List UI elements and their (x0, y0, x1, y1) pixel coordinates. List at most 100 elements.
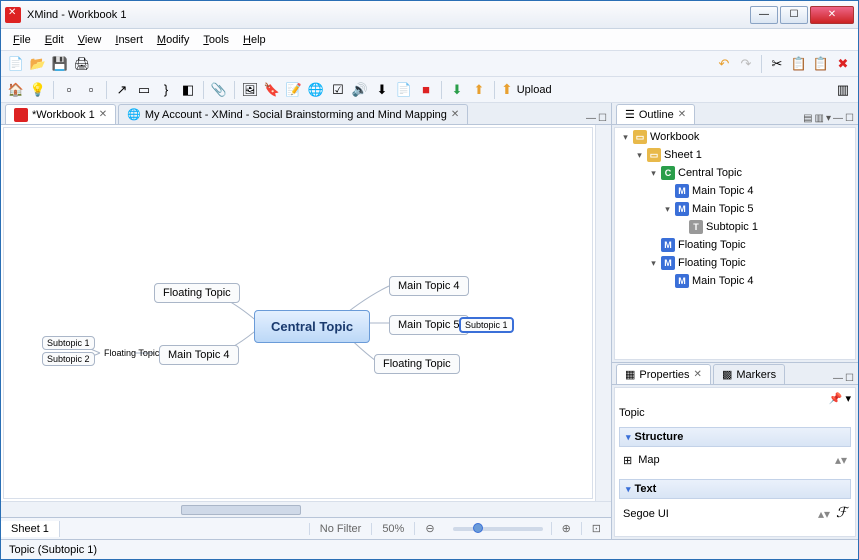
note-icon[interactable]: 📝 (285, 81, 303, 99)
tab-markers[interactable]: ▩ Markers (713, 364, 785, 384)
menu-tools[interactable]: Tools (197, 32, 235, 48)
panel-menu-icon[interactable]: ▾ (845, 393, 851, 405)
zoom-out-button[interactable]: ⊖ (414, 522, 444, 535)
down-icon[interactable]: ⬇ (448, 81, 466, 99)
menu-view[interactable]: View (72, 32, 108, 48)
tab-close-icon[interactable]: ✕ (451, 109, 459, 120)
tree-sheet[interactable]: Sheet 1 (664, 149, 702, 161)
editor-tabs: *Workbook 1 ✕ 🌐 My Account - XMind - Soc… (1, 103, 611, 125)
cut-icon[interactable]: ✂ (768, 55, 786, 73)
zoom-in-button[interactable]: ⊕ (551, 522, 581, 535)
tab-close-icon[interactable]: ✕ (678, 109, 686, 120)
stepper-icon[interactable]: ▴▾ (835, 453, 847, 467)
rel-icon[interactable]: ↗ (113, 81, 131, 99)
filter-label[interactable]: No Filter (309, 523, 372, 535)
fit-button[interactable]: ⊡ (581, 522, 611, 535)
sheet-tab[interactable]: Sheet 1 (1, 521, 60, 537)
minimize-button[interactable]: — (750, 6, 778, 24)
link-icon[interactable]: 🌐 (307, 81, 325, 99)
menu-insert[interactable]: Insert (109, 32, 149, 48)
copy-icon[interactable]: 📋 (790, 55, 808, 73)
marker-icon[interactable]: 🔖 (263, 81, 281, 99)
sheet-icon[interactable]: 📄 (395, 81, 413, 99)
delete-icon[interactable]: ✖ (834, 55, 852, 73)
tab-workbook[interactable]: *Workbook 1 ✕ (5, 104, 116, 124)
scrollbar-vertical[interactable] (595, 125, 611, 501)
maximize-view-icon[interactable]: ☐ (845, 373, 854, 384)
node-central[interactable]: Central Topic (254, 310, 370, 343)
task-icon[interactable]: ☑ (329, 81, 347, 99)
image-icon[interactable]: 🖼 (241, 81, 259, 99)
undo-icon[interactable]: ↶ (715, 55, 733, 73)
perspective-icon[interactable]: ▥ (834, 81, 852, 99)
tree-item[interactable]: Main Topic 4 (692, 185, 754, 197)
tree-workbook[interactable]: Workbook (650, 131, 699, 143)
label-icon[interactable]: ◧ (179, 81, 197, 99)
pin-icon[interactable]: 📌 (829, 393, 843, 405)
node-floating[interactable]: Floating Topic (100, 347, 163, 359)
topic-icon[interactable]: ▫ (60, 81, 78, 99)
tree-central[interactable]: Central Topic (678, 167, 742, 179)
minimize-view-icon[interactable]: — (833, 373, 843, 384)
node-floating[interactable]: Floating Topic (154, 283, 240, 303)
home-icon[interactable]: 🏠 (7, 81, 25, 99)
view-menu-icon[interactable]: ▾ (826, 113, 831, 124)
maximize-view-icon[interactable]: ☐ (845, 113, 854, 124)
new-icon[interactable]: 📄 (7, 55, 25, 73)
section-structure[interactable]: ▾Structure (619, 427, 851, 447)
up-icon[interactable]: ⬆ (470, 81, 488, 99)
zoom-slider[interactable] (453, 527, 543, 531)
node-main-topic[interactable]: Main Topic 4 (159, 345, 239, 365)
node-floating[interactable]: Floating Topic (374, 354, 460, 374)
menu-modify[interactable]: Modify (151, 32, 195, 48)
print-icon[interactable]: 🖨 (73, 55, 91, 73)
close-button[interactable]: ✕ (810, 6, 854, 24)
stop-icon[interactable]: ■ (417, 81, 435, 99)
tab-outline[interactable]: ☰ Outline ✕ (616, 104, 695, 124)
section-text[interactable]: ▾Text (619, 479, 851, 499)
outline-tree[interactable]: ▾▭Workbook ▾▭Sheet 1 ▾CCentral Topic MMa… (614, 127, 856, 360)
drill-icon[interactable]: ⬇ (373, 81, 391, 99)
tree-item[interactable]: Main Topic 4 (692, 275, 754, 287)
node-subtopic[interactable]: Subtopic 2 (42, 352, 95, 366)
boundary-icon[interactable]: ▭ (135, 81, 153, 99)
maximize-button[interactable]: ☐ (780, 6, 808, 24)
node-main-topic[interactable]: Main Topic 5 (389, 315, 469, 335)
redo-icon[interactable]: ↷ (737, 55, 755, 73)
stepper-icon[interactable]: ▴▾ (818, 507, 830, 521)
font-style-icon[interactable]: ℱ (836, 505, 847, 522)
idea-icon[interactable]: 💡 (29, 81, 47, 99)
audio-icon[interactable]: 🔊 (351, 81, 369, 99)
menu-file[interactable]: File (7, 32, 37, 48)
menu-edit[interactable]: Edit (39, 32, 70, 48)
tree-item[interactable]: Floating Topic (678, 239, 746, 251)
minimize-view-icon[interactable]: — (586, 113, 596, 124)
menu-help[interactable]: Help (237, 32, 272, 48)
tree-item[interactable]: Subtopic 1 (706, 221, 758, 233)
mindmap-canvas[interactable]: Central Topic Main Topic 4 Main Topic 5 … (3, 127, 593, 499)
node-main-topic[interactable]: Main Topic 4 (389, 276, 469, 296)
attach-icon[interactable]: 📎 (210, 81, 228, 99)
node-subtopic[interactable]: Subtopic 1 (459, 317, 514, 333)
summary-icon[interactable]: } (157, 81, 175, 99)
tab-properties[interactable]: ▦ Properties ✕ (616, 364, 711, 384)
view-button-icon[interactable]: ▤ (803, 113, 812, 124)
upload-button[interactable]: ⬆ Upload (501, 81, 552, 98)
paste-icon[interactable]: 📋 (812, 55, 830, 73)
minimize-view-icon[interactable]: — (833, 113, 843, 124)
save-icon[interactable]: 💾 (51, 55, 69, 73)
font-value[interactable]: Segoe UI (623, 508, 669, 520)
maximize-view-icon[interactable]: ☐ (598, 113, 607, 124)
open-icon[interactable]: 📂 (29, 55, 47, 73)
structure-value[interactable]: Map (638, 454, 659, 466)
view-button-icon[interactable]: ▥ (815, 113, 824, 124)
node-subtopic[interactable]: Subtopic 1 (42, 336, 95, 350)
subtopic-icon[interactable]: ▫ (82, 81, 100, 99)
tab-close-icon[interactable]: ✕ (99, 109, 107, 120)
tab-close-icon[interactable]: ✕ (694, 369, 702, 380)
tab-browser[interactable]: 🌐 My Account - XMind - Social Brainstorm… (118, 104, 468, 124)
zoom-label[interactable]: 50% (371, 523, 414, 535)
tree-item[interactable]: Floating Topic (678, 257, 746, 269)
scrollbar-horizontal[interactable] (1, 501, 611, 517)
tree-item[interactable]: Main Topic 5 (692, 203, 754, 215)
